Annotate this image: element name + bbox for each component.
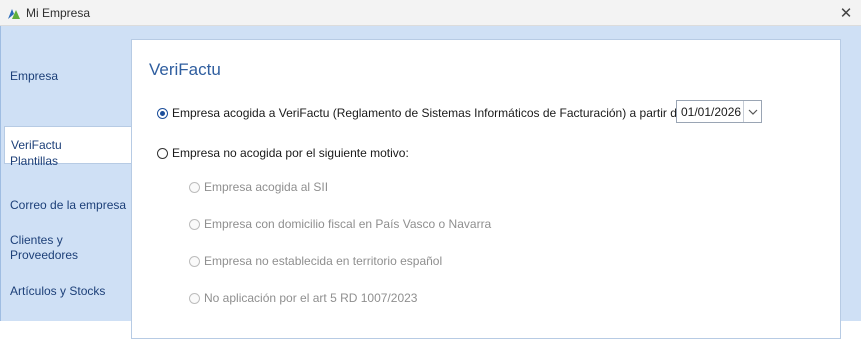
motivo-sii-radio[interactable] bbox=[189, 181, 200, 193]
motivo-pais-vasco-row[interactable]: Empresa con domicilio fiscal en País Vas… bbox=[189, 217, 491, 231]
sidebar-item-articulos-stocks[interactable]: Artículos y Stocks bbox=[4, 283, 131, 299]
motivo-no-establecida-radio[interactable] bbox=[189, 255, 200, 267]
sidebar-item-empresa[interactable]: Empresa bbox=[4, 68, 131, 84]
acogida-label: Empresa acogida a VeriFactu (Reglamento … bbox=[172, 106, 684, 120]
close-button[interactable]: ✕ bbox=[831, 0, 861, 26]
sidebar-item-clientes-proveedores[interactable]: Clientes y Proveedores bbox=[4, 232, 89, 264]
motivo-label: Empresa no establecida en territorio esp… bbox=[204, 254, 443, 268]
sidebar: Empresa VeriFactu Plantillas Correo de l… bbox=[0, 26, 132, 321]
sidebar-item-label: Artículos y Stocks bbox=[10, 283, 106, 298]
acogida-radio[interactable] bbox=[157, 107, 168, 119]
sidebar-item-label: Empresa bbox=[10, 68, 59, 83]
sidebar-item-label: Plantillas bbox=[10, 153, 59, 168]
page-title: VeriFactu bbox=[149, 60, 221, 79]
sidebar-item-label: Clientes y Proveedores bbox=[10, 233, 79, 262]
title-bar: Mi Empresa ✕ bbox=[0, 0, 861, 26]
motivo-pais-vasco-radio[interactable] bbox=[189, 218, 200, 230]
motivo-rd-row[interactable]: No aplicación por el art 5 RD 1007/2023 bbox=[189, 291, 417, 305]
option-acogida-row[interactable]: Empresa acogida a VeriFactu (Reglamento … bbox=[157, 106, 684, 120]
sidebar-item-label: Correo de la empresa bbox=[10, 197, 127, 212]
motivo-rd-radio[interactable] bbox=[189, 292, 200, 304]
fecha-inicio-value[interactable]: 01/01/2026 bbox=[677, 105, 743, 119]
option-no-acogida-row[interactable]: Empresa no acogida por el siguiente moti… bbox=[157, 146, 409, 160]
motivo-label: Empresa con domicilio fiscal en País Vas… bbox=[204, 217, 492, 231]
chevron-down-icon[interactable] bbox=[743, 101, 761, 122]
no-acogida-label: Empresa no acogida por el siguiente moti… bbox=[172, 146, 409, 160]
close-icon: ✕ bbox=[839, 5, 853, 22]
no-acogida-radio[interactable] bbox=[157, 147, 168, 159]
motivo-label: No aplicación por el art 5 RD 1007/2023 bbox=[204, 291, 418, 305]
sidebar-item-plantillas[interactable]: Plantillas bbox=[4, 153, 131, 169]
sidebar-item-label: VeriFactu bbox=[11, 137, 62, 152]
fecha-inicio-date-picker[interactable]: 01/01/2026 bbox=[676, 100, 762, 123]
window-title: Mi Empresa bbox=[26, 6, 91, 20]
motivo-no-establecida-row[interactable]: Empresa no establecida en territorio esp… bbox=[189, 254, 442, 268]
motivo-label: Empresa acogida al SII bbox=[204, 180, 329, 194]
sidebar-item-correo[interactable]: Correo de la empresa bbox=[4, 197, 131, 213]
motivo-sii-row[interactable]: Empresa acogida al SII bbox=[189, 180, 328, 194]
app-logo-icon bbox=[7, 6, 21, 20]
